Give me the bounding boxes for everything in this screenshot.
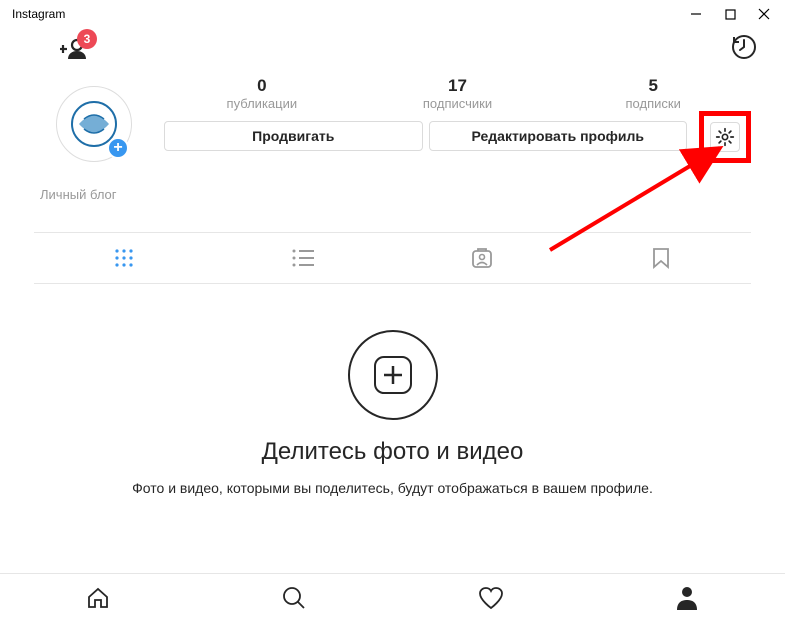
tab-tagged[interactable] — [393, 233, 572, 283]
settings-button[interactable] — [710, 122, 740, 152]
tab-saved[interactable] — [572, 233, 751, 283]
nav-home[interactable] — [0, 574, 196, 621]
stat-followers[interactable]: 17 подписчики — [360, 76, 556, 111]
promote-button[interactable]: Продвигать — [164, 121, 423, 151]
search-icon — [281, 585, 307, 611]
tab-list[interactable] — [213, 233, 392, 283]
stat-posts-value: 0 — [164, 76, 360, 96]
bookmark-icon — [652, 247, 670, 269]
home-icon — [85, 585, 111, 611]
notification-badge: 3 — [77, 29, 97, 49]
tagged-icon — [471, 247, 493, 269]
nav-search[interactable] — [196, 574, 392, 621]
empty-state: Делитесь фото и видео Фото и видео, кото… — [0, 284, 785, 496]
list-icon — [292, 249, 314, 267]
stat-posts-label: публикации — [164, 96, 360, 111]
stats-row: 0 публикации 17 подписчики 5 подписки — [164, 76, 751, 111]
bottom-nav — [0, 573, 785, 621]
grid-icon — [114, 248, 134, 268]
settings-highlight — [699, 111, 751, 163]
stat-followers-label: подписчики — [360, 96, 556, 111]
nav-activity[interactable] — [393, 574, 589, 621]
empty-subtitle: Фото и видео, которыми вы поделитесь, бу… — [0, 480, 785, 496]
maximize-button[interactable] — [723, 7, 737, 21]
profile-bio: Личный блог — [34, 187, 751, 202]
avatar-container: + — [34, 76, 154, 162]
avatar[interactable]: + — [56, 86, 132, 162]
empty-title: Делитесь фото и видео — [0, 438, 785, 466]
minimize-button[interactable] — [689, 7, 703, 21]
add-story-icon: + — [107, 137, 129, 159]
discover-people-button[interactable]: 3 — [60, 38, 88, 60]
stat-followers-value: 17 — [360, 76, 556, 96]
close-button[interactable] — [757, 7, 771, 21]
nav-profile[interactable] — [589, 574, 785, 621]
activity-button[interactable] — [731, 34, 757, 65]
profile-tabs — [34, 233, 751, 284]
stat-following-value: 5 — [555, 76, 751, 96]
window-title: Instagram — [8, 7, 65, 21]
stat-following-label: подписки — [555, 96, 751, 111]
stat-following[interactable]: 5 подписки — [555, 76, 751, 111]
heart-icon — [478, 586, 504, 610]
profile-icon — [675, 585, 699, 611]
tab-grid[interactable] — [34, 233, 213, 283]
edit-profile-button[interactable]: Редактировать профиль — [429, 121, 688, 151]
window-controls — [689, 7, 777, 21]
add-post-button[interactable] — [348, 330, 438, 420]
plus-icon — [374, 356, 412, 394]
profile-header: + 0 публикации 17 подписчики 5 подписки — [0, 70, 785, 214]
app-header: 3 — [0, 28, 785, 70]
window-titlebar: Instagram — [0, 0, 785, 28]
stat-posts[interactable]: 0 публикации — [164, 76, 360, 111]
gear-icon — [715, 127, 735, 147]
